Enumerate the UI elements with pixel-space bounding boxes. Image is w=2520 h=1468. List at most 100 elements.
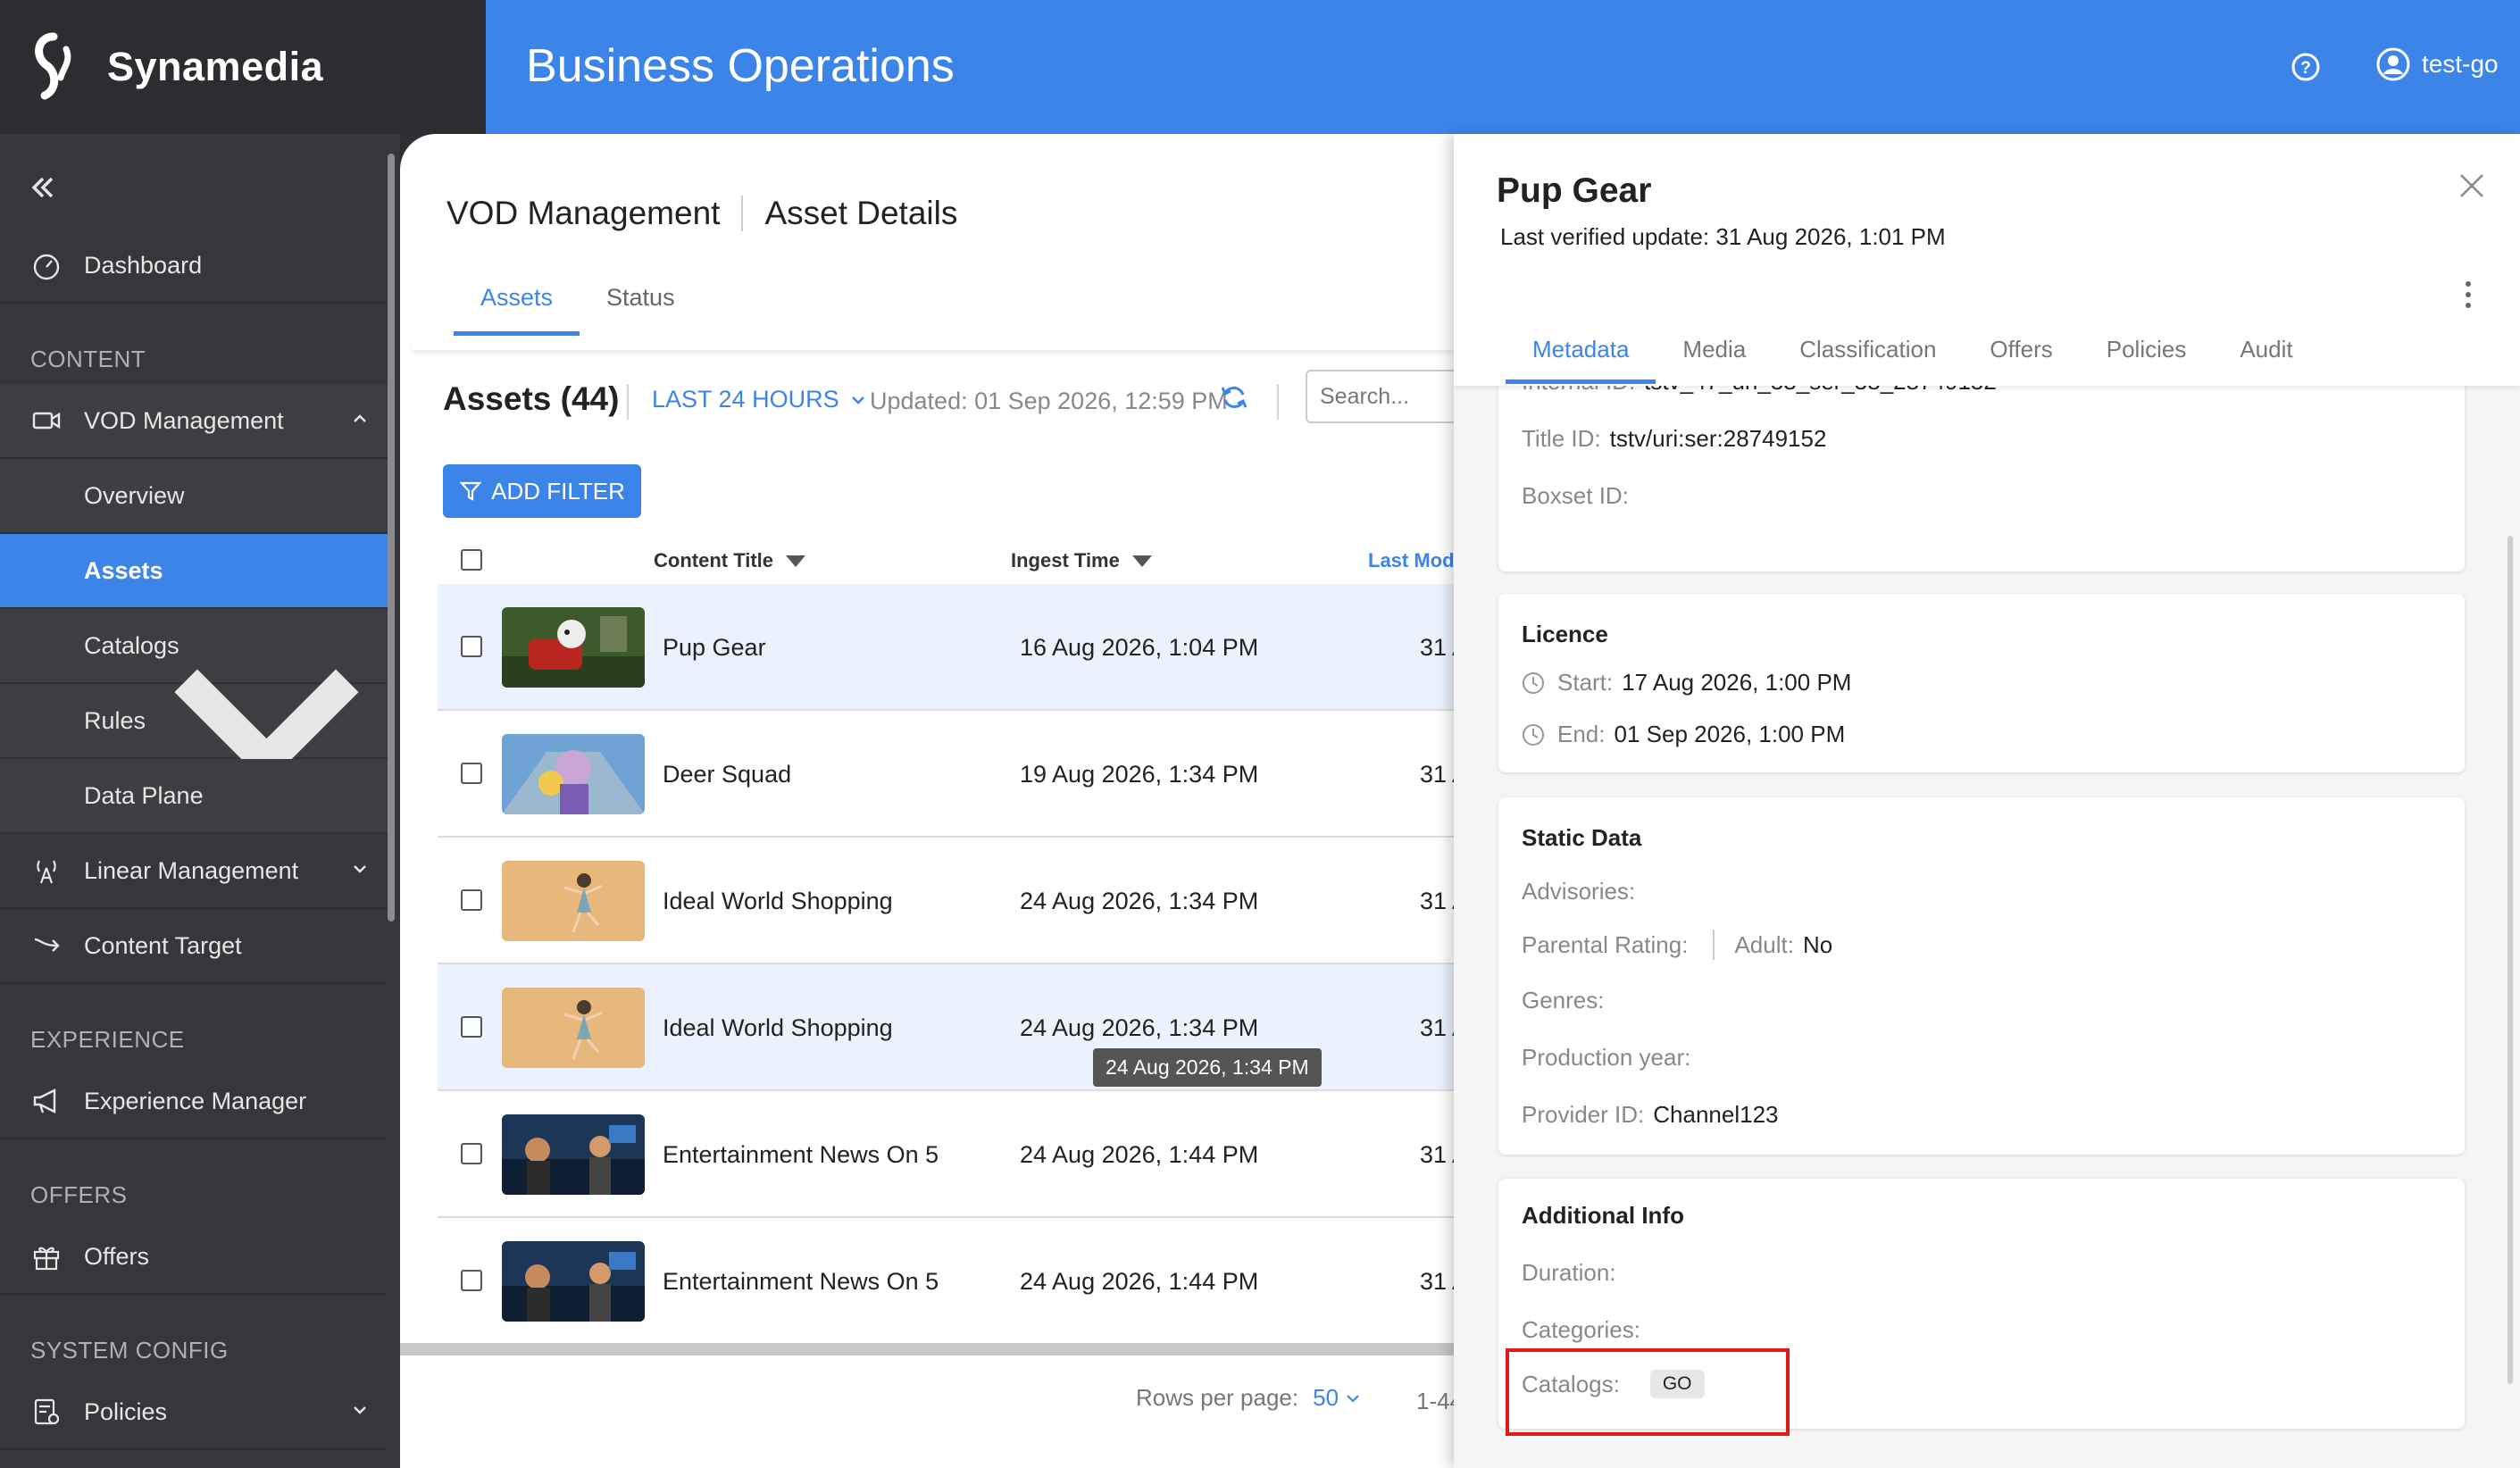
section-label-experience: EXPERIENCE [30, 1026, 185, 1053]
asset-thumbnail [502, 607, 645, 688]
title-id-value: tstv/uri:ser:28749152 [1609, 425, 1827, 452]
boxset-id-label: Boxset ID: [1522, 482, 1629, 509]
sidebar-item-overview[interactable]: Overview [0, 459, 388, 534]
time-range-dropdown[interactable]: LAST 24 HOURS [652, 386, 868, 413]
licence-end-label: End: [1557, 721, 1606, 747]
provider-id-label: Provider ID: [1522, 1101, 1645, 1128]
licence-start-label: Start: [1557, 669, 1614, 696]
asset-thumbnail [502, 734, 645, 814]
sidebar-item-label: Assets [84, 556, 163, 584]
row-checkbox[interactable] [461, 636, 482, 657]
collapse-sidebar-icon[interactable] [25, 170, 61, 205]
sidebar-item-data-plane[interactable]: Data Plane [0, 759, 388, 834]
tab-metadata[interactable]: Metadata [1506, 336, 1656, 384]
row-checkbox[interactable] [461, 1016, 482, 1038]
column-header-modified[interactable]: Last Modi [1368, 549, 1460, 572]
breadcrumb: VOD Management Asset Details [446, 195, 957, 232]
row-checkbox[interactable] [461, 889, 482, 911]
asset-title[interactable]: Ideal World Shopping [663, 1014, 893, 1042]
row-checkbox[interactable] [461, 1270, 482, 1291]
help-icon[interactable]: ? [2291, 52, 2321, 82]
chevron-down-icon [851, 396, 864, 405]
static-data-card: Static Data Advisories: Parental Rating:… [1498, 797, 2465, 1155]
licence-end-value: 01 Sep 2026, 1:00 PM [1614, 721, 1846, 747]
asset-title[interactable]: Entertainment News On 5 [663, 1268, 939, 1296]
breadcrumb-asset-details: Asset Details [764, 195, 958, 231]
row-checkbox[interactable] [461, 763, 482, 784]
clock-icon [1523, 723, 1544, 746]
field-divider [1713, 930, 1715, 960]
sidebar-item-policies[interactable]: Policies [0, 1375, 388, 1450]
sort-down-icon[interactable] [786, 555, 806, 567]
refresh-icon[interactable] [1219, 382, 1249, 413]
more-vertical-icon[interactable] [2463, 279, 2474, 311]
column-modified-label: Last Modi [1368, 549, 1460, 571]
asset-title[interactable]: Pup Gear [663, 634, 766, 662]
policy-document-icon [30, 1396, 63, 1428]
tab-audit[interactable]: Audit [2213, 336, 2319, 384]
tooltip: 24 Aug 2026, 1:34 PM [1093, 1048, 1322, 1087]
provider-id-value: Channel123 [1653, 1101, 1779, 1128]
tab-offers[interactable]: Offers [1963, 336, 2079, 384]
chevron-down-icon[interactable] [352, 1402, 368, 1418]
updated-timestamp: Updated: 01 Sep 2026, 12:59 PM [870, 388, 1228, 414]
sidebar-item-assets[interactable]: Assets [0, 534, 388, 609]
top-header: Business Operations ? test-go [486, 0, 2520, 134]
tab-classification[interactable]: Classification [1773, 336, 1963, 384]
time-range-label: LAST 24 HOURS [652, 386, 839, 413]
chevron-down-icon[interactable] [352, 861, 368, 877]
megaphone-icon [30, 1085, 63, 1117]
drawer-header: Pup Gear Last verified update: 31 Aug 20… [1454, 134, 2520, 386]
tab-assets[interactable]: Assets [454, 284, 580, 336]
drawer-scrollbar[interactable] [2507, 536, 2513, 1384]
add-filter-button[interactable]: ADD FILTER [443, 464, 641, 518]
advisories-label: Advisories: [1522, 878, 1636, 905]
chevron-up-icon[interactable] [352, 411, 368, 427]
sidebar-item-offers[interactable]: Offers [0, 1220, 388, 1295]
categories-label: Categories: [1522, 1316, 1640, 1343]
title-id: Title ID: tstv/uri:ser:28749152 [1522, 425, 1826, 453]
select-all-checkbox[interactable] [461, 549, 482, 571]
sidebar-item-vod-management[interactable]: VOD Management [0, 384, 388, 459]
add-filter-label: ADD FILTER [491, 477, 625, 505]
asset-title[interactable]: Entertainment News On 5 [663, 1141, 939, 1169]
rows-per-page: Rows per page: 50 [1136, 1384, 1362, 1412]
sidebar-item-label: Linear Management [84, 856, 299, 884]
sidebar-item-content-target[interactable]: Content Target [0, 909, 388, 984]
sidebar-item-rules[interactable]: Rules [0, 669, 388, 784]
breadcrumb-vod-management[interactable]: VOD Management [446, 195, 720, 232]
section-label-offers: OFFERS [30, 1181, 128, 1208]
column-title-label: Content Title [654, 549, 774, 571]
brand-name: Synamedia [107, 44, 324, 89]
sidebar-item-experience-manager[interactable]: Experience Manager [0, 1064, 388, 1139]
sidebar-item-dashboard[interactable]: Dashboard [0, 229, 388, 304]
asset-thumbnail [502, 988, 645, 1068]
column-header-ingest[interactable]: Ingest Time [1011, 549, 1152, 572]
tab-status[interactable]: Status [580, 284, 702, 336]
row-checkbox[interactable] [461, 1143, 482, 1164]
tab-media[interactable]: Media [1656, 336, 1773, 384]
sidebar-scrollbar[interactable] [388, 154, 395, 922]
chevron-down-icon[interactable] [1344, 1389, 1362, 1407]
title-id-label: Title ID: [1522, 425, 1601, 452]
rows-per-page-select[interactable]: 50 [1313, 1384, 1339, 1412]
user-name[interactable]: test-go [2422, 50, 2499, 79]
main-tabs: Assets Status [454, 284, 702, 336]
user-avatar-icon[interactable] [2375, 46, 2411, 82]
sort-down-icon[interactable] [1131, 555, 1152, 567]
tab-policies[interactable]: Policies [2080, 336, 2214, 384]
sidebar-item-label: Overview [84, 481, 185, 509]
sidebar: Dashboard CONTENT VOD Management Overview As… [0, 0, 400, 1468]
rows-per-page-label: Rows per page: [1136, 1384, 1299, 1411]
asset-title[interactable]: Deer Squad [663, 761, 791, 788]
section-label-content: CONTENT [30, 346, 146, 372]
production-year-label: Production year: [1522, 1044, 1691, 1071]
close-icon[interactable] [2457, 171, 2486, 200]
column-header-title[interactable]: Content Title [654, 549, 806, 572]
asset-title[interactable]: Ideal World Shopping [663, 888, 893, 915]
brand: Synamedia [0, 0, 486, 134]
synamedia-logo-icon [35, 32, 71, 100]
sidebar-item-label: Policies [84, 1397, 168, 1425]
sidebar-item-label: Offers [84, 1242, 150, 1270]
sidebar-item-linear-management[interactable]: Linear Management [0, 834, 388, 909]
